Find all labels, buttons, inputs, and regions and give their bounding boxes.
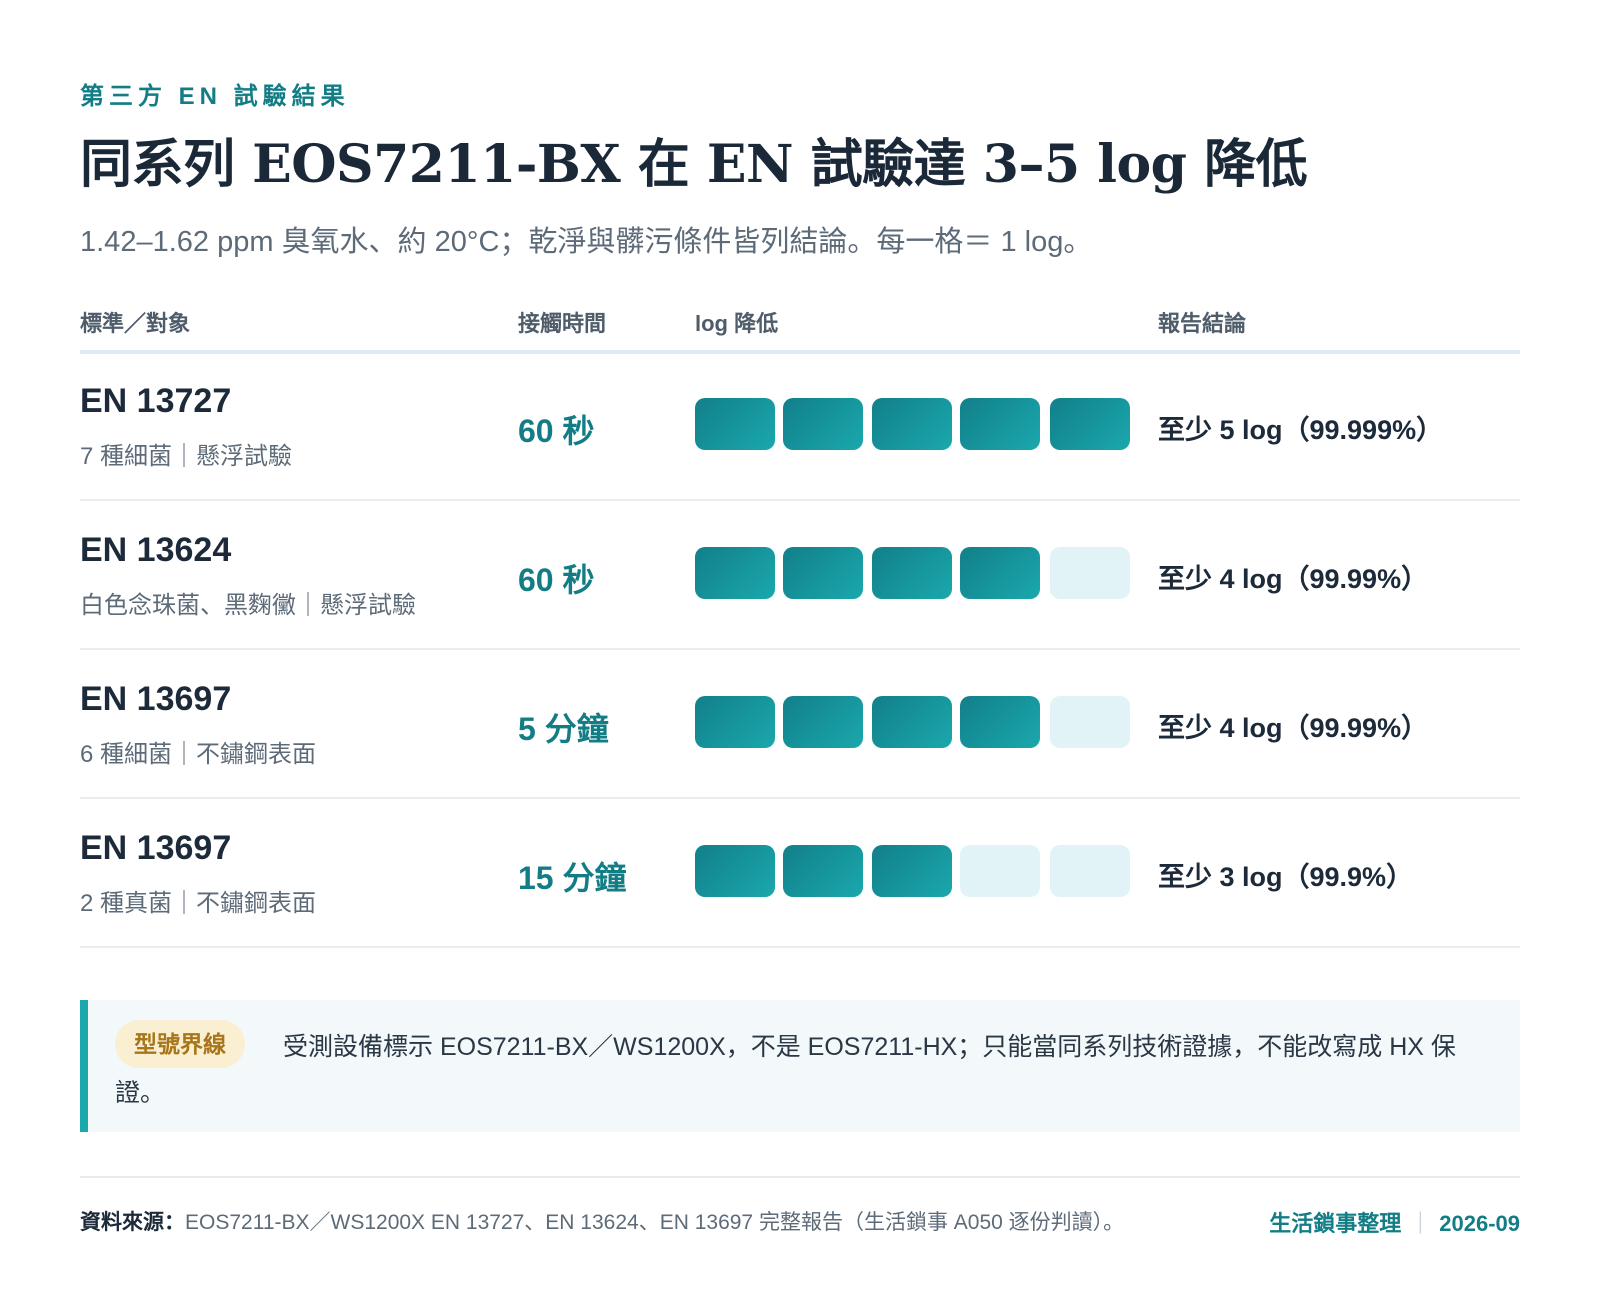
table-row: EN 13697 2 種真菌｜不鏽鋼表面 15 分鐘 至少 3 log（99.9… xyxy=(80,797,1520,948)
log-block-filled xyxy=(783,547,863,599)
table-row: EN 13727 7 種細菌｜懸浮試驗 60 秒 至少 5 log（99.999… xyxy=(80,350,1520,501)
source-citation: 資料來源：EOS7211-BX／WS1200X EN 13727、EN 1362… xyxy=(80,1206,1124,1236)
row-conclusion: 至少 3 log（99.9%） xyxy=(1158,862,1414,892)
log-block-filled xyxy=(872,398,952,450)
table-header: 標準／對象 接觸時間 log 降低 報告結論 xyxy=(80,302,1520,354)
row-conclusion: 至少 4 log（99.99%） xyxy=(1158,713,1429,743)
log-block-filled xyxy=(783,398,863,450)
row-contact-time: 60 秒 xyxy=(518,413,595,449)
log-reduction-bars xyxy=(695,547,1135,599)
column-header-conclusion: 報告結論 xyxy=(1158,311,1247,336)
note-text: 受測設備標示 EOS7211-BX／WS1200X，不是 EOS7211-HX；… xyxy=(115,1033,1456,1107)
log-reduction-bars xyxy=(695,696,1135,748)
row-conclusion: 至少 5 log（99.999%） xyxy=(1158,415,1444,445)
log-block-filled xyxy=(872,696,952,748)
page-title: 同系列 EOS7211-BX 在 EN 試驗達 3–5 log 降低 xyxy=(80,134,1308,195)
row-object: 6 種細菌｜不鏽鋼表面 xyxy=(80,741,317,768)
log-reduction-bars xyxy=(695,845,1135,897)
row-contact-time: 15 分鐘 xyxy=(518,860,627,896)
source-label: 資料來源： xyxy=(80,1211,185,1234)
page-subtitle: 1.42–1.62 ppm 臭氧水、約 20°C；乾淨與髒污條件皆列結論。每一格… xyxy=(80,226,1093,258)
column-header-log: log 降低 xyxy=(695,311,779,336)
log-reduction-bars xyxy=(695,398,1135,450)
log-block-filled xyxy=(695,696,775,748)
row-contact-time: 60 秒 xyxy=(518,562,595,598)
row-standard: EN 13697 xyxy=(80,680,232,718)
row-conclusion: 至少 4 log（99.99%） xyxy=(1158,564,1429,594)
table-row: EN 13624 白色念珠菌、黑麴黴｜懸浮試驗 60 秒 至少 4 log（99… xyxy=(80,499,1520,650)
log-block-empty xyxy=(960,845,1040,897)
log-block-filled xyxy=(960,547,1040,599)
log-block-empty xyxy=(1050,845,1130,897)
row-object: 白色念珠菌、黑麴黴｜懸浮試驗 xyxy=(80,592,416,619)
column-header-standard: 標準／對象 xyxy=(80,311,191,336)
row-contact-time: 5 分鐘 xyxy=(518,711,609,747)
credit: 生活鎖事整理 ｜ 2026-09 xyxy=(1269,1206,1520,1238)
log-block-filled xyxy=(872,845,952,897)
eyebrow-label: 第三方 EN 試驗結果 xyxy=(80,83,350,110)
log-block-filled xyxy=(695,398,775,450)
log-block-empty xyxy=(1050,696,1130,748)
log-block-filled xyxy=(872,547,952,599)
credit-separator: ｜ xyxy=(1409,1211,1432,1236)
row-object: 7 種細菌｜懸浮試驗 xyxy=(80,443,293,470)
log-block-empty xyxy=(1050,547,1130,599)
row-standard: EN 13697 xyxy=(80,829,232,867)
credit-author: 生活鎖事整理 xyxy=(1269,1211,1402,1236)
log-block-filled xyxy=(960,696,1040,748)
log-block-filled xyxy=(960,398,1040,450)
log-block-filled xyxy=(695,547,775,599)
log-block-filled xyxy=(1050,398,1130,450)
model-boundary-note: 型號界線 受測設備標示 EOS7211-BX／WS1200X，不是 EOS721… xyxy=(80,1000,1520,1132)
log-block-filled xyxy=(783,696,863,748)
source-text: EOS7211-BX／WS1200X EN 13727、EN 13624、EN … xyxy=(185,1211,1125,1234)
credit-date: 2026-09 xyxy=(1439,1211,1520,1236)
log-block-filled xyxy=(783,845,863,897)
table-row: EN 13697 6 種細菌｜不鏽鋼表面 5 分鐘 至少 4 log（99.99… xyxy=(80,648,1520,799)
row-standard: EN 13624 xyxy=(80,531,232,569)
row-standard: EN 13727 xyxy=(80,382,232,420)
row-object: 2 種真菌｜不鏽鋼表面 xyxy=(80,890,317,917)
log-block-filled xyxy=(695,845,775,897)
column-header-time: 接觸時間 xyxy=(518,311,607,336)
footer-divider xyxy=(80,1176,1520,1178)
